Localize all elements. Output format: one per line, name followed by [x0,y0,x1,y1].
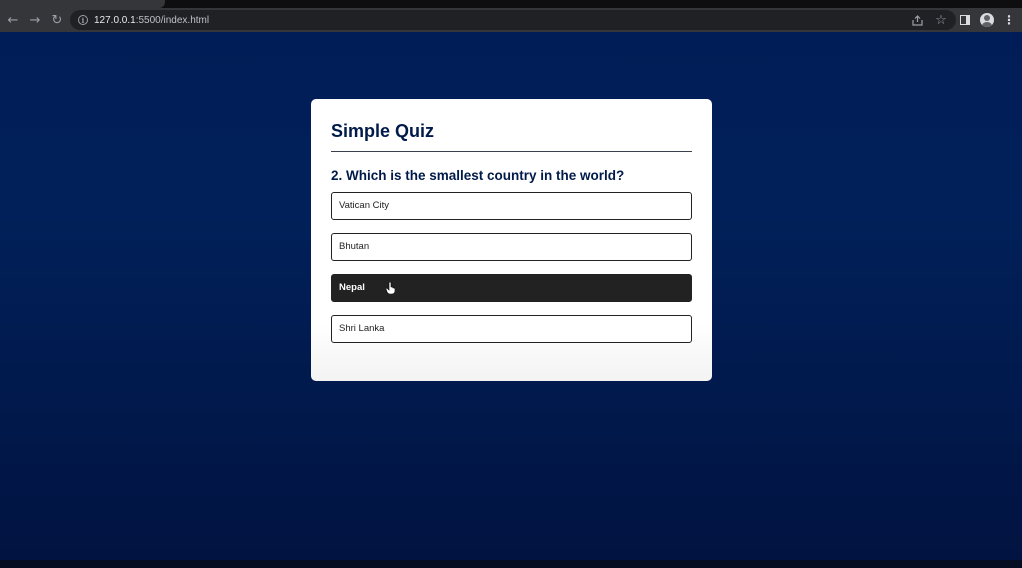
hand-cursor-icon [386,282,395,294]
share-icon[interactable] [908,11,926,29]
url-path: :5500/index.html [135,14,210,26]
side-panel-icon[interactable] [956,11,974,29]
bottom-bar [0,560,1022,568]
url-text: 127.0.0.1:5500/index.html [94,15,209,26]
bookmark-star-icon[interactable]: ☆ [932,11,950,29]
site-info-icon[interactable]: i [78,15,88,25]
menu-kebab-icon[interactable]: ⋮ [1000,11,1018,29]
active-tab[interactable] [0,0,165,8]
answer-button[interactable]: Vatican City [331,192,692,220]
browser-toolbar: ← → ↻ i 127.0.0.1:5500/index.html ☆ ⋮ [0,8,1022,32]
reload-icon[interactable]: ↻ [48,11,66,29]
question-text: 2. Which is the smallest country in the … [331,168,625,183]
page-viewport: Simple Quiz 2. Which is the smallest cou… [0,32,1022,560]
url-host: 127.0.0.1 [94,14,136,26]
answer-list: Vatican City Bhutan Nepal Shri Lanka [331,192,692,343]
answer-button[interactable]: Shri Lanka [331,315,692,343]
browser-tab-strip [0,0,1022,8]
back-arrow-icon[interactable]: ← [4,11,22,29]
profile-avatar-icon[interactable] [978,11,996,29]
forward-arrow-icon[interactable]: → [26,11,44,29]
address-bar[interactable]: i 127.0.0.1:5500/index.html ☆ [70,10,956,30]
answer-button[interactable]: Bhutan [331,233,692,261]
quiz-title: Simple Quiz [331,121,435,141]
quiz-card: Simple Quiz 2. Which is the smallest cou… [311,99,712,381]
title-divider [331,151,692,152]
